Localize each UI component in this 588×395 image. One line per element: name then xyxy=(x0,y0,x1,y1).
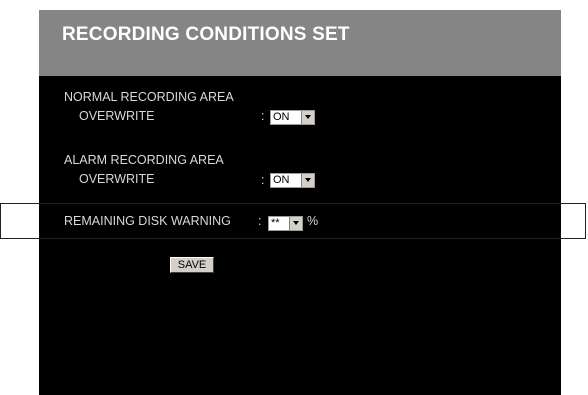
normal-overwrite-select[interactable]: ON xyxy=(270,110,315,125)
alarm-overwrite-select[interactable]: ON xyxy=(270,173,315,188)
normal-area-heading: NORMAL RECORDING AREA xyxy=(64,90,234,104)
normal-overwrite-value: ON xyxy=(273,111,290,123)
normal-overwrite-colon: : xyxy=(261,109,265,123)
save-button[interactable]: SAVE xyxy=(170,257,214,273)
dropdown-arrow-icon[interactable] xyxy=(301,111,314,124)
alarm-overwrite-value: ON xyxy=(273,174,290,186)
alarm-area-heading: ALARM RECORDING AREA xyxy=(64,153,224,167)
dropdown-arrow-icon[interactable] xyxy=(301,174,314,187)
title-bar: RECORDING CONDITIONS SET xyxy=(39,10,561,76)
alarm-overwrite-label: OVERWRITE xyxy=(79,172,155,186)
page-title: RECORDING CONDITIONS SET xyxy=(62,24,350,45)
normal-overwrite-label: OVERWRITE xyxy=(79,109,155,123)
highlight-frame xyxy=(0,203,586,239)
alarm-overwrite-colon: : xyxy=(261,173,265,187)
